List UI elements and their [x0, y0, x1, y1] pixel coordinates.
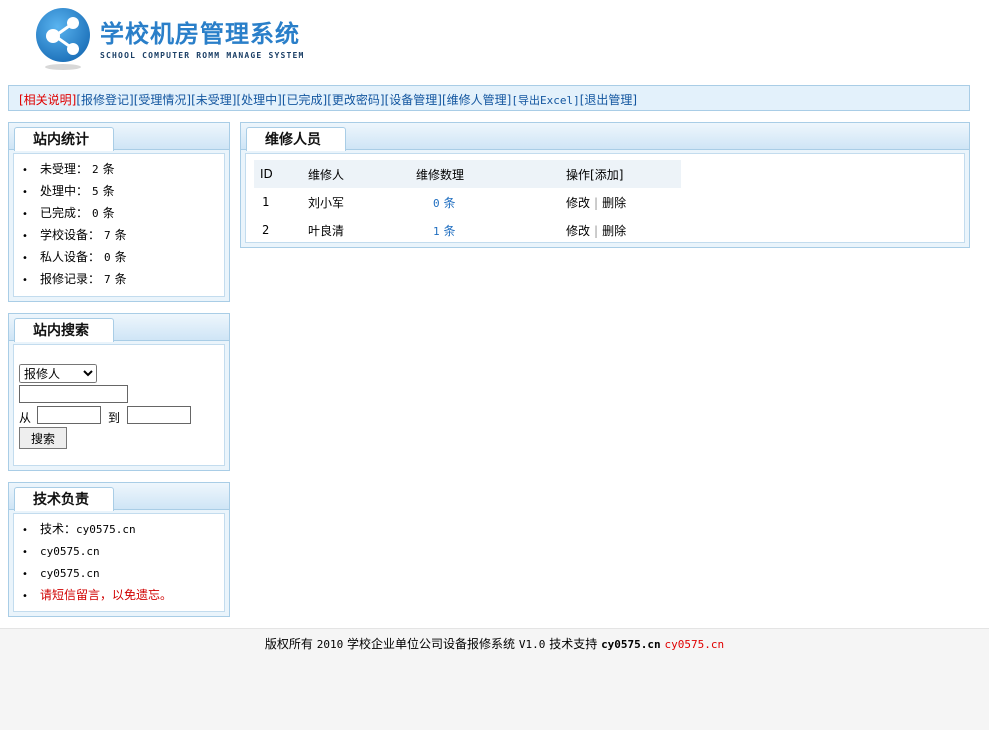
- nav-export-excel[interactable]: [导出Excel]: [511, 94, 579, 107]
- col-id: ID: [254, 160, 307, 188]
- search-keyword-input[interactable]: [19, 385, 128, 403]
- nav-accept-status[interactable]: [受理情况]: [134, 93, 191, 107]
- support-item: • 请短信留言，以免遗忘。: [22, 588, 173, 602]
- delete-link[interactable]: 删除: [602, 196, 626, 210]
- col-name: 维修人: [307, 160, 415, 188]
- support-item: • cy0575.cn: [22, 545, 100, 558]
- stat-item: • 处理中： 5 条: [22, 184, 115, 198]
- search-title: 站内搜索: [14, 318, 114, 342]
- col-actions: 操作[添加]: [565, 160, 681, 188]
- nav-logout[interactable]: [退出管理]: [580, 93, 637, 107]
- support-item: • cy0575.cn: [22, 567, 100, 580]
- stat-item: • 学校设备： 7 条: [22, 228, 127, 242]
- repair-count-link[interactable]: 0 条: [433, 196, 455, 210]
- top-nav: [相关说明][报修登记][受理情况][未受理][处理中][已完成][更改密码][…: [8, 85, 970, 111]
- table-row: 2 叶良清 1 条 修改 | 删除: [262, 223, 627, 238]
- repairers-table: ID 维修人 维修数理 操作[添加] 1 刘小军 0 条 修改 | 删除 2 叶良清…: [254, 160, 681, 244]
- table-row: 1 刘小军 0 条 修改 | 删除: [262, 195, 627, 210]
- header: 学校机房管理系统 SCHOOL COMPUTER ROMM MANAGE SYS…: [0, 0, 989, 80]
- nav-repairer-manage[interactable]: [维修人管理]: [442, 93, 511, 107]
- nav-repair-register[interactable]: [报修登记]: [76, 93, 133, 107]
- to-label: 到: [108, 411, 121, 425]
- nav-processing[interactable]: [处理中]: [237, 93, 282, 107]
- nav-change-password[interactable]: [更改密码]: [327, 93, 384, 107]
- stat-item: • 未受理： 2 条: [22, 162, 115, 176]
- footer-text: 版权所有 2010 学校企业单位公司设备报修系统 V1.0 技术支持 cy057…: [264, 637, 725, 651]
- edit-link[interactable]: 修改: [566, 224, 590, 238]
- edit-link[interactable]: 修改: [566, 196, 590, 210]
- search-button[interactable]: 搜索: [19, 427, 67, 449]
- nav-completed[interactable]: [已完成]: [282, 93, 327, 107]
- stat-item: • 报修记录： 7 条: [22, 272, 127, 286]
- col-count: 维修数理: [415, 160, 565, 188]
- app-subtitle: SCHOOL COMPUTER ROMM MANAGE SYSTEM: [100, 51, 305, 60]
- app-title: 学校机房管理系统: [100, 20, 300, 48]
- stats-panel: 站内统计 • 未受理： 2 条 • 处理中： 5 条 • 已完成： 0 条 • 学校设备： 7 条 • 私…: [8, 122, 230, 302]
- from-label: 从: [19, 411, 32, 425]
- add-repairer-link[interactable]: [添加]: [590, 168, 623, 182]
- delete-link[interactable]: 删除: [602, 224, 626, 238]
- date-from-input[interactable]: [37, 406, 101, 424]
- stat-item: • 私人设备： 0 条: [22, 250, 127, 264]
- stats-title: 站内统计: [14, 127, 114, 151]
- table-header-row: ID 维修人 维修数理 操作[添加]: [254, 160, 681, 188]
- footer: 版权所有 2010 学校企业单位公司设备报修系统 V1.0 技术支持 cy057…: [0, 628, 989, 730]
- footer-link-red[interactable]: cy0575.cn: [665, 638, 725, 651]
- nav-unaccepted[interactable]: [未受理]: [191, 93, 236, 107]
- repairers-panel: 维修人员 ID 维修人 维修数理 操作[添加] 1 刘小军 0 条 修改 | 删除: [240, 122, 970, 248]
- date-to-input[interactable]: [127, 406, 191, 424]
- share-logo-icon: [36, 8, 90, 70]
- support-item: • 技术：cy0575.cn: [22, 522, 136, 536]
- footer-link-bold[interactable]: cy0575.cn: [601, 638, 661, 651]
- search-panel: 站内搜索 报修人 从 到 搜索: [8, 313, 230, 471]
- search-field-select[interactable]: 报修人: [19, 364, 97, 383]
- nav-device-manage[interactable]: [设备管理]: [385, 93, 442, 107]
- repairers-title: 维修人员: [246, 127, 346, 151]
- support-title: 技术负责: [14, 487, 114, 511]
- support-panel: 技术负责 • 技术：cy0575.cn • cy0575.cn • cy0575.cn…: [8, 482, 230, 617]
- repair-count-link[interactable]: 1 条: [433, 224, 455, 238]
- nav-related-info[interactable]: [相关说明]: [19, 93, 76, 107]
- stat-item: • 已完成： 0 条: [22, 206, 115, 220]
